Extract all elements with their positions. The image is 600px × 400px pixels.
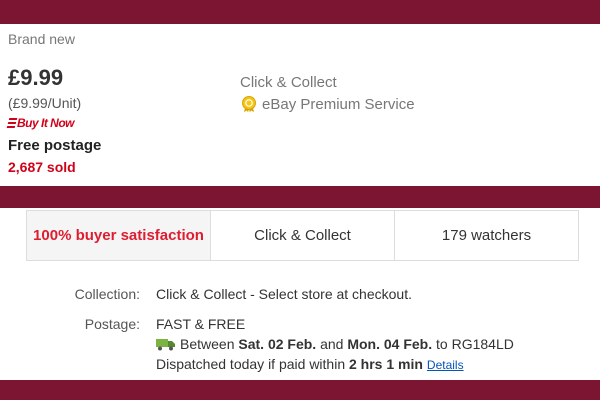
bottom-band	[0, 380, 600, 400]
delivery-date-from: Sat. 02 Feb.	[238, 336, 317, 352]
delivery-postcode: to RG184LD	[436, 336, 514, 352]
details-link[interactable]: Details	[427, 358, 464, 372]
summary-click-collect: Click & Collect	[211, 211, 395, 260]
buyer-satisfaction: 100% buyer satisfaction	[27, 211, 211, 260]
watchers-count: 179 watchers	[441, 227, 532, 244]
free-postage-label: Free postage	[8, 137, 102, 154]
middle-band	[0, 186, 600, 208]
postage-value: FAST & FREE	[156, 316, 246, 332]
between-text: Between	[180, 336, 235, 352]
unit-price: (£9.99/Unit)	[8, 95, 82, 111]
premium-service: eBay Premium Service	[240, 95, 415, 113]
buy-it-now-lines-icon	[6, 118, 18, 128]
and-text: and	[320, 336, 344, 352]
premium-service-label: eBay Premium Service	[262, 95, 415, 113]
collection-value: Click & Collect - Select store at checko…	[156, 286, 412, 302]
buy-it-now-logo: Buy It Now	[6, 116, 75, 130]
listing-summary-bar: 100% buyer satisfaction Click & Collect …	[26, 210, 579, 261]
click-collect-label: Click & Collect	[240, 74, 337, 91]
dispatch-text: Dispatched today if paid within	[156, 356, 346, 372]
item-condition: Brand new	[8, 31, 75, 47]
postage-label: Postage:	[84, 316, 140, 332]
collection-label: Collection:	[74, 286, 140, 302]
sold-count: 2,687 sold	[8, 159, 76, 175]
delivery-truck-icon	[156, 337, 176, 351]
dispatch-info: Dispatched today if paid within 2 hrs 1 …	[156, 356, 464, 372]
delivery-estimate: Between Sat. 02 Feb. and Mon. 04 Feb. to…	[156, 336, 514, 352]
delivery-date-to: Mon. 04 Feb.	[347, 336, 433, 352]
item-price: £9.99	[8, 65, 64, 90]
buy-it-now-text: Buy It Now	[17, 116, 75, 130]
top-band	[0, 0, 600, 24]
dispatch-time: 2 hrs 1 min	[349, 356, 423, 372]
premium-service-badge-icon	[240, 95, 258, 113]
